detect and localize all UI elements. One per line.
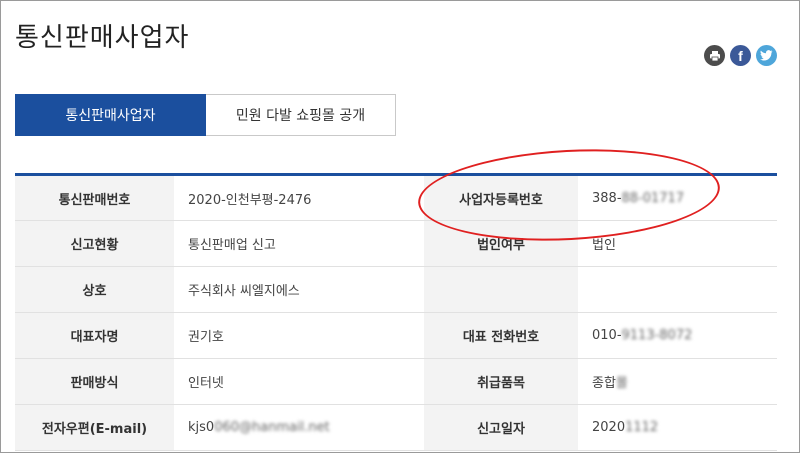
printer-icon[interactable] [704, 45, 725, 66]
label-corporation: 법인여부 [424, 220, 578, 267]
tab-complaint-shopping-malls[interactable]: 민원 다발 쇼핑몰 공개 [206, 94, 396, 136]
label-mail-order-number: 통신판매번호 [15, 174, 174, 221]
email-prefix: kjs0 [188, 420, 215, 435]
label-report-status: 신고현황 [15, 220, 174, 267]
share-bar: f [704, 45, 777, 66]
label-phone: 대표 전화번호 [424, 312, 578, 359]
phone-redacted: 9113-8072 [621, 328, 693, 343]
value-report-status: 통신판매업 신고 [188, 238, 276, 253]
business-reg-number-redacted: 88-01717 [621, 190, 685, 206]
label-products: 취급품목 [424, 358, 578, 405]
value-mail-order-number: 2020-인천부평-2476 [188, 192, 312, 208]
label-report-date: 신고일자 [424, 404, 578, 451]
phone-prefix: 010- [592, 328, 622, 343]
label-empty [424, 266, 578, 313]
table-row: 상호 주식회사 씨엘지에스 [15, 266, 777, 313]
report-date-redacted: 1112 [625, 420, 659, 435]
email-redacted: 060@hanmail.net [214, 420, 330, 435]
table-row: 판매방식 인터넷 취급품목 종합몰 [15, 358, 777, 405]
value-company-name: 주식회사 씨엘지에스 [188, 284, 300, 299]
products-redacted: 몰 [615, 376, 628, 391]
value-products: 종합몰 [578, 359, 777, 405]
twitter-icon[interactable] [756, 45, 777, 66]
page-title: 통신판매사업자 [15, 23, 190, 53]
business-reg-number-prefix: 388- [592, 190, 622, 206]
value-report-date: 20201112 [578, 405, 777, 451]
table-row: 통신판매번호 2020-인천부평-2476 사업자등록번호 388-88-017… [15, 174, 777, 221]
business-info-table: 통신판매번호 2020-인천부평-2476 사업자등록번호 388-88-017… [15, 173, 777, 451]
table-row: 신고현황 통신판매업 신고 법인여부 법인 [15, 220, 777, 267]
value-phone: 010-9113-8072 [578, 313, 777, 359]
label-representative: 대표자명 [15, 312, 174, 359]
value-email: kjs0060@hanmail.net [174, 405, 424, 451]
page-frame: 통신판매사업자 f 통신판매사업자 민원 다발 쇼핑몰 공개 통신판매번호 20… [0, 0, 800, 453]
report-date-prefix: 2020 [592, 420, 626, 435]
value-empty [578, 267, 777, 313]
label-business-reg-number: 사업자등록번호 [424, 174, 578, 221]
value-representative: 권기호 [188, 330, 224, 345]
tab-bar: 통신판매사업자 민원 다발 쇼핑몰 공개 [15, 94, 396, 136]
label-email: 전자우편(E-mail) [15, 404, 174, 451]
table-row: 대표자명 권기호 대표 전화번호 010-9113-8072 [15, 312, 777, 359]
table-row: 전자우편(E-mail) kjs0060@hanmail.net 신고일자 20… [15, 404, 777, 451]
products-prefix: 종합 [592, 376, 616, 391]
value-business-reg-number: 388-88-01717 [578, 175, 777, 221]
facebook-icon[interactable]: f [730, 45, 751, 66]
label-company-name: 상호 [15, 266, 174, 313]
value-sales-method: 인터넷 [188, 376, 224, 391]
label-sales-method: 판매방식 [15, 358, 174, 405]
value-corporation: 법인 [592, 238, 616, 253]
tab-mail-order-business[interactable]: 통신판매사업자 [15, 94, 206, 136]
